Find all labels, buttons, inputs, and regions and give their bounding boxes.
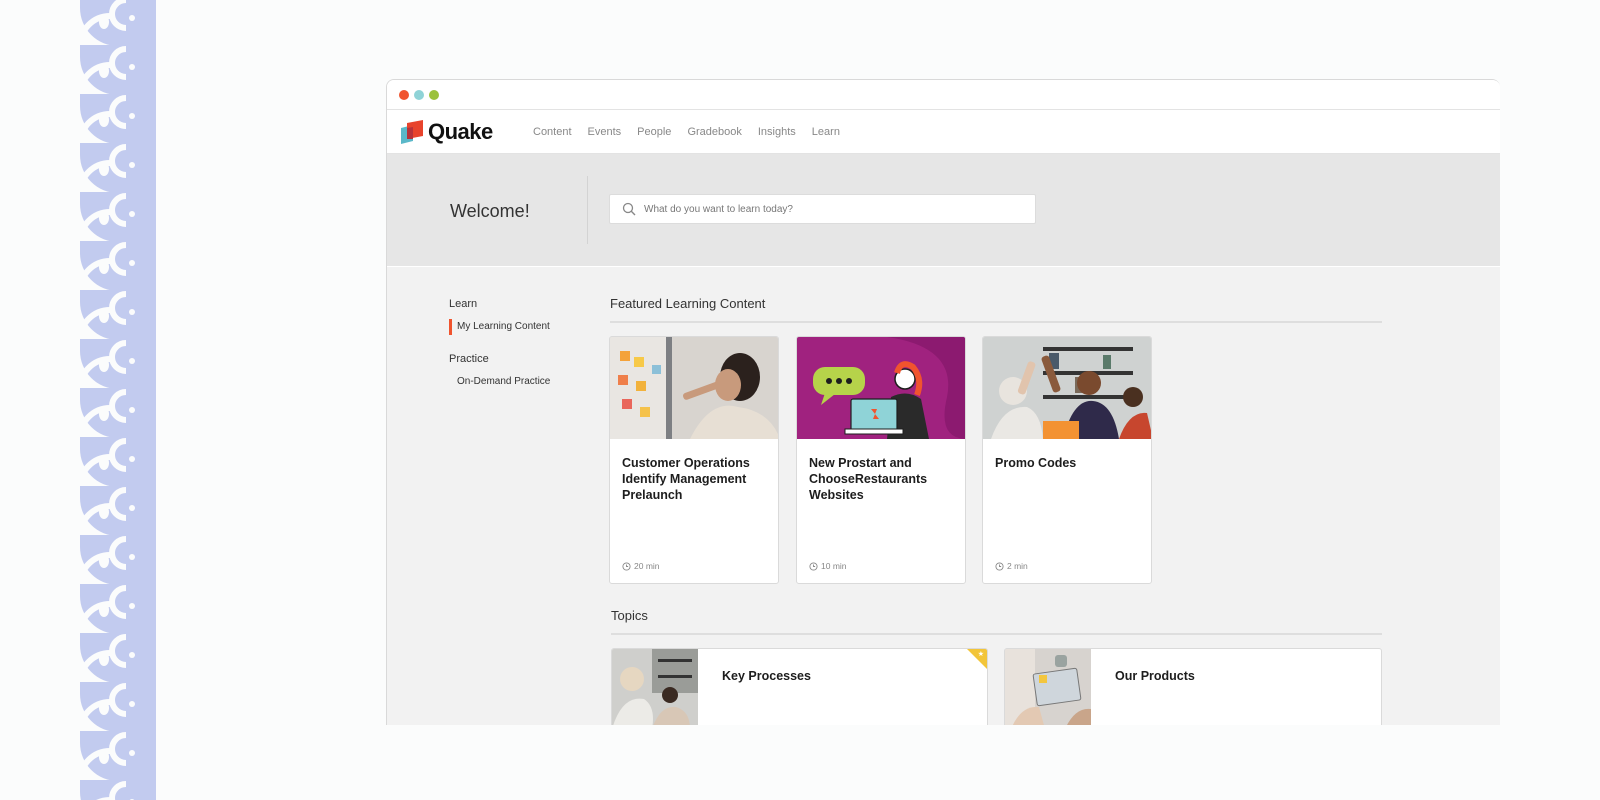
- sidebar-item-my-learning-content[interactable]: My Learning Content: [449, 319, 589, 335]
- content-card[interactable]: Customer Operations Identify Management …: [609, 336, 779, 584]
- card-title: Customer Operations Identify Management …: [622, 456, 750, 502]
- search-icon: [622, 202, 636, 216]
- nav-people[interactable]: People: [637, 126, 671, 138]
- decorative-pattern: [80, 0, 156, 800]
- logo-text: Quake: [428, 119, 493, 144]
- pattern-tile: [80, 143, 156, 193]
- card-image-team-high-five: [983, 337, 1151, 439]
- minimize-window-button[interactable]: [414, 90, 424, 100]
- card-image-woman-writing-sticky-notes: [610, 337, 778, 439]
- pattern-tile: [80, 241, 156, 291]
- pattern-tile: [80, 584, 156, 634]
- main-nav: Content Events People Gradebook Insights…: [533, 110, 856, 154]
- nav-learn[interactable]: Learn: [812, 126, 840, 138]
- card-duration: 10 min: [809, 561, 847, 571]
- sidebar-heading-learn: Learn: [449, 298, 478, 310]
- card-title: New Prostart and ChooseRestaurants Websi…: [809, 456, 928, 502]
- star-icon: ★: [977, 651, 984, 658]
- card-duration-text: 10 min: [821, 561, 847, 571]
- sidebar-group-practice: Practice On-Demand Practice: [449, 353, 589, 390]
- card-duration-text: 2 min: [1007, 561, 1028, 571]
- pattern-tile: [80, 780, 156, 800]
- nav-content[interactable]: Content: [533, 126, 572, 138]
- topics-divider: [611, 633, 1382, 635]
- pattern-tile: [80, 535, 156, 585]
- card-image-woman-laptop-chat-illustration: [797, 337, 965, 439]
- pattern-tile: [80, 486, 156, 536]
- topic-title: Key Processes: [722, 669, 811, 683]
- pattern-tile: [80, 0, 156, 46]
- pattern-tile: [80, 437, 156, 487]
- pattern-tile: [80, 192, 156, 242]
- clock-icon: [809, 561, 818, 571]
- sidebar-heading-practice: Practice: [449, 353, 489, 365]
- content-card[interactable]: New Prostart and ChooseRestaurants Websi…: [796, 336, 966, 584]
- topics-section-title: Topics: [611, 608, 648, 623]
- top-navbar: Quake Content Events People Gradebook In…: [387, 110, 1500, 154]
- topic-image-laptop-hands: [1005, 649, 1091, 727]
- nav-gradebook[interactable]: Gradebook: [687, 126, 741, 138]
- close-window-button[interactable]: [399, 90, 409, 100]
- pattern-tile: [80, 731, 156, 781]
- card-duration-text: 20 min: [634, 561, 660, 571]
- pattern-tile: [80, 339, 156, 389]
- sidebar: Learn My Learning Content Practice On-De…: [449, 298, 589, 408]
- topic-title: Our Products: [1115, 669, 1195, 683]
- search-input[interactable]: [644, 203, 1024, 215]
- sidebar-item-on-demand-practice[interactable]: On-Demand Practice: [449, 374, 589, 390]
- welcome-heading: Welcome!: [450, 201, 530, 221]
- pattern-tile: [80, 45, 156, 95]
- featured-section-title: Featured Learning Content: [610, 296, 766, 311]
- topic-image-meeting: [612, 649, 698, 727]
- pattern-tile: [80, 682, 156, 732]
- pattern-tile: [80, 94, 156, 144]
- nav-events[interactable]: Events: [588, 126, 622, 138]
- pattern-tile: [80, 388, 156, 438]
- card-title: Promo Codes: [995, 456, 1077, 470]
- maximize-window-button[interactable]: [429, 90, 439, 100]
- content-card[interactable]: Promo Codes 2 min: [982, 336, 1152, 584]
- welcome-banner: Welcome!: [387, 154, 1500, 266]
- clock-icon: [622, 561, 631, 571]
- search-bar[interactable]: [609, 194, 1036, 224]
- card-duration: 2 min: [995, 561, 1028, 571]
- page-background: [386, 725, 1600, 800]
- pattern-tile: [80, 290, 156, 340]
- featured-divider: [610, 321, 1382, 323]
- window-titlebar: [387, 80, 1500, 110]
- topic-card-our-products[interactable]: Our Products: [1004, 648, 1382, 728]
- clock-icon: [995, 561, 1004, 571]
- nav-insights[interactable]: Insights: [758, 126, 796, 138]
- sidebar-group-learn: Learn My Learning Content: [449, 298, 589, 335]
- app-logo[interactable]: Quake: [399, 119, 493, 145]
- quake-logo-icon: [401, 120, 423, 144]
- divider: [587, 176, 588, 244]
- pattern-tile: [80, 633, 156, 683]
- card-duration: 20 min: [622, 561, 660, 571]
- topic-card-key-processes[interactable]: Key Processes ★: [611, 648, 988, 728]
